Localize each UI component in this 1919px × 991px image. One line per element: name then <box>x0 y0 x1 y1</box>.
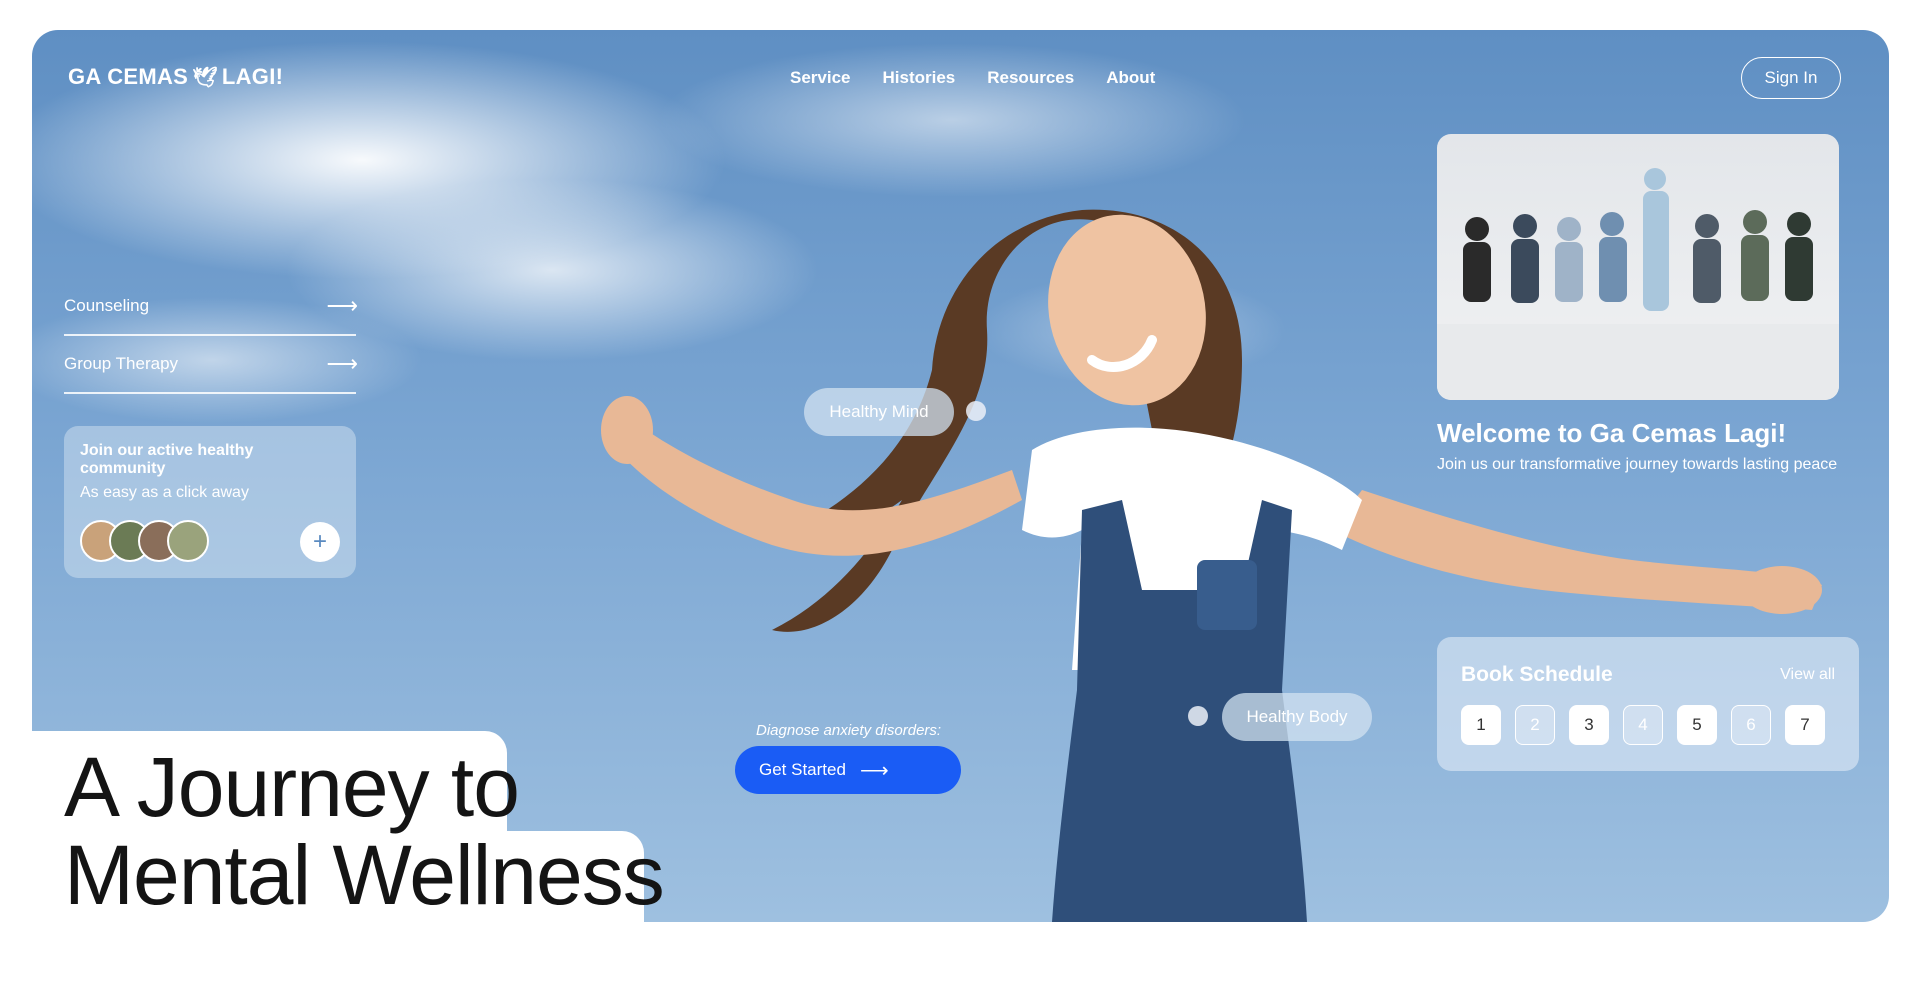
book-schedule-card: Book Schedule View all 1 2 3 4 5 6 7 <box>1437 637 1859 771</box>
main-nav: Service Histories Resources About <box>790 68 1155 88</box>
service-label: Counseling <box>64 296 150 315</box>
arrow-right-icon: ⟶ <box>326 293 358 318</box>
get-started-label: Get Started <box>759 760 846 779</box>
sign-in-button[interactable]: Sign In <box>1741 57 1841 99</box>
tag-dot <box>966 401 986 421</box>
tag-healthy-mind: Healthy Mind <box>804 388 954 436</box>
diagnose-label: Diagnose anxiety disorders: <box>756 722 942 739</box>
welcome-title: Welcome to Ga Cemas Lagi! <box>1437 418 1787 448</box>
day-button[interactable]: 1 <box>1461 705 1501 745</box>
arrow-right-icon: ⟶ <box>326 351 358 376</box>
avatar <box>167 520 209 562</box>
schedule-title: Book Schedule <box>1461 663 1613 686</box>
avatar-group <box>80 520 209 562</box>
community-card: Join our active healthy community As eas… <box>64 426 356 578</box>
arrow-right-icon: ⟶ <box>859 759 889 782</box>
bird-icon: 🕊 <box>192 66 218 89</box>
schedule-days: 1 2 3 4 5 6 7 <box>1461 705 1825 745</box>
day-button[interactable]: 7 <box>1785 705 1825 745</box>
nav-about[interactable]: About <box>1106 68 1155 88</box>
service-label: Group Therapy <box>64 354 179 373</box>
group-therapy-photo <box>1437 134 1839 400</box>
service-link-counseling[interactable]: Counseling ⟶ <box>64 278 358 336</box>
service-link-group-therapy[interactable]: Group Therapy ⟶ <box>64 336 358 394</box>
tag-healthy-body: Healthy Body <box>1222 693 1372 741</box>
tag-dot <box>1188 706 1208 726</box>
hero-headline: A Journey to Mental Wellness <box>32 731 665 922</box>
day-button[interactable]: 6 <box>1731 705 1771 745</box>
plus-icon[interactable]: + <box>300 522 340 562</box>
brand-name-left: GA CEMAS <box>68 64 189 89</box>
welcome-subtitle: Join us our transformative journey towar… <box>1437 456 1838 473</box>
headline-line-1: A Journey to <box>64 740 520 834</box>
day-button[interactable]: 5 <box>1677 705 1717 745</box>
day-button[interactable]: 2 <box>1515 705 1555 745</box>
community-title: Join our active healthy community <box>80 442 254 477</box>
headline-line-2: Mental Wellness <box>64 828 665 922</box>
nav-service[interactable]: Service <box>790 68 851 88</box>
nav-histories[interactable]: Histories <box>883 68 956 88</box>
day-button[interactable]: 4 <box>1623 705 1663 745</box>
brand-logo[interactable]: GA CEMAS 🕊 LAGI! <box>68 64 283 90</box>
brand-name-right: LAGI! <box>221 64 284 89</box>
day-button[interactable]: 3 <box>1569 705 1609 745</box>
community-subtitle: As easy as a click away <box>80 484 249 501</box>
get-started-button[interactable]: Get Started ⟶ <box>735 746 961 794</box>
view-all-link[interactable]: View all <box>1780 666 1835 684</box>
nav-resources[interactable]: Resources <box>987 68 1074 88</box>
